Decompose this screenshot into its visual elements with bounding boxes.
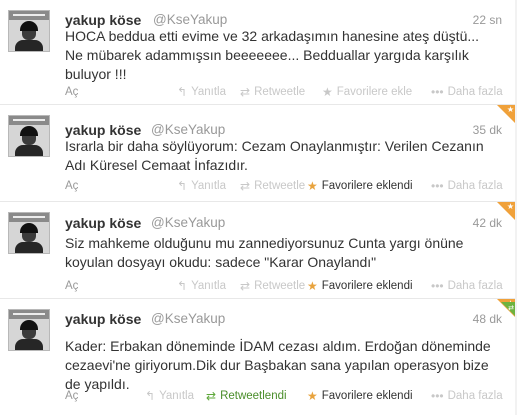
retweet-icon: ⇄ — [240, 85, 251, 99]
retweet-button[interactable]: ⇄ Retweetle — [240, 279, 305, 293]
tweet-timestamp[interactable]: 48 dk — [473, 312, 502, 326]
more-button[interactable]: ••• Daha fazla — [431, 279, 503, 293]
retweet-icon: ⇄ — [240, 179, 251, 193]
retweet-button[interactable]: ⇄ Retweetle — [240, 179, 305, 193]
avatar[interactable] — [8, 10, 50, 52]
reply-arrow-icon: ↰ — [177, 85, 188, 99]
expand-link[interactable]: Aç — [65, 280, 78, 292]
favorite-button[interactable]: ★ Favorilere ekle — [322, 85, 412, 99]
star-icon: ★ — [506, 105, 514, 114]
author-handle[interactable]: @KseYakup — [151, 311, 225, 326]
author-name[interactable]: yakup köse — [65, 122, 141, 138]
reply-button[interactable]: ↰ Yanıtla — [177, 85, 226, 99]
avatar[interactable] — [8, 212, 50, 254]
favorite-button[interactable]: ★ Favorilere eklendi — [307, 389, 413, 403]
favorite-button[interactable]: ★ Favorilere eklendi — [307, 179, 413, 193]
tweet-timestamp[interactable]: 35 dk — [473, 123, 502, 137]
expand-link[interactable]: Aç — [65, 390, 78, 402]
tweet-item[interactable]: ★ ⇄ yakup köse @KseYakup 48 dk Kader: Er… — [0, 299, 515, 415]
ellipsis-icon: ••• — [431, 179, 444, 193]
avatar[interactable] — [8, 309, 50, 351]
tweet-item[interactable]: yakup köse @KseYakup 22 sn HOCA beddua e… — [0, 0, 515, 105]
star-icon: ★ — [322, 85, 333, 99]
tweet-text: Siz mahkeme olduğunu mu zannediyorsunuz … — [65, 235, 464, 270]
author-handle[interactable]: @KseYakup — [151, 215, 225, 230]
author-name[interactable]: yakup köse — [65, 311, 141, 327]
expand-link[interactable]: Aç — [65, 180, 78, 192]
star-icon: ★ — [307, 389, 318, 403]
more-button[interactable]: ••• Daha fazla — [431, 179, 503, 193]
star-icon: ★ — [506, 202, 514, 211]
retweet-icon: ⇄ — [206, 389, 217, 403]
expand-link[interactable]: Aç — [65, 86, 78, 98]
avatar[interactable] — [8, 115, 50, 157]
tweet-timestamp[interactable]: 22 sn — [473, 13, 502, 27]
star-icon: ★ — [307, 279, 318, 293]
author-handle[interactable]: @KseYakup — [151, 122, 225, 137]
reply-button[interactable]: ↰ Yanıtla — [177, 279, 226, 293]
tweet-text: Kader: Erbakan döneminde İDAM cezası ald… — [65, 338, 491, 392]
tweet-text: HOCA beddua etti evime ve 32 arkadaşımın… — [65, 28, 480, 82]
tweet-item[interactable]: ★ yakup köse @KseYakup 42 dk Siz mahkeme… — [0, 202, 515, 299]
tweet-timeline: yakup köse @KseYakup 22 sn HOCA beddua e… — [0, 0, 517, 415]
ellipsis-icon: ••• — [431, 389, 444, 403]
more-button[interactable]: ••• Daha fazla — [431, 85, 503, 99]
retweet-button[interactable]: ⇄ Retweetle — [240, 85, 305, 99]
retweet-button[interactable]: ⇄ Retweetlendi — [206, 389, 287, 403]
reply-arrow-icon: ↰ — [145, 389, 156, 403]
ellipsis-icon: ••• — [431, 85, 444, 99]
reply-arrow-icon: ↰ — [177, 179, 188, 193]
retweet-icon: ⇄ — [508, 305, 514, 312]
reply-arrow-icon: ↰ — [177, 279, 188, 293]
tweet-item[interactable]: ★ yakup köse @KseYakup 35 dk Israrla bir… — [0, 105, 515, 202]
author-name[interactable]: yakup köse — [65, 215, 141, 231]
star-icon: ★ — [307, 179, 318, 193]
author-name[interactable]: yakup köse — [65, 12, 141, 28]
reply-button[interactable]: ↰ Yanıtla — [177, 179, 226, 193]
author-handle[interactable]: @KseYakup — [153, 12, 227, 27]
retweet-icon: ⇄ — [240, 279, 251, 293]
ellipsis-icon: ••• — [431, 279, 444, 293]
reply-button[interactable]: ↰ Yanıtla — [145, 389, 194, 403]
tweet-timestamp[interactable]: 42 dk — [473, 216, 502, 230]
favorite-button[interactable]: ★ Favorilere eklendi — [307, 279, 413, 293]
tweet-text: Israrla bir daha söylüyorum: Cezam Onayl… — [65, 138, 484, 173]
more-button[interactable]: ••• Daha fazla — [431, 389, 503, 403]
